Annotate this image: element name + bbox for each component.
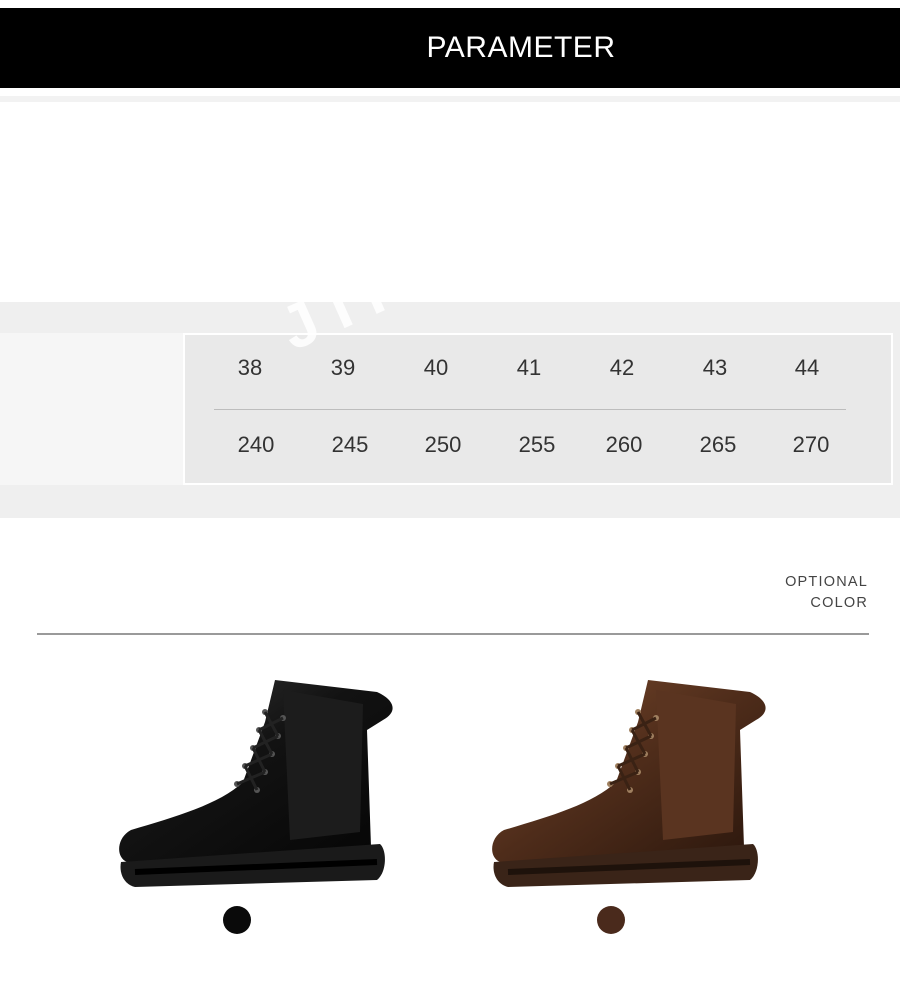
optional-color-line2: COLOR <box>810 595 868 611</box>
size-cell: 43 <box>702 355 728 380</box>
optional-color-divider <box>37 633 869 635</box>
size-cell: 42 <box>609 355 635 380</box>
length-cell: 245 <box>331 432 369 457</box>
size-cell: 41 <box>516 355 542 380</box>
size-row-length: 240 245 250 255 260 265 270 <box>185 432 891 472</box>
length-cell: 265 <box>699 432 737 457</box>
brown-boot-image[interactable] <box>488 672 778 897</box>
size-chart-table: 38 39 40 41 42 43 44 240 245 250 255 260… <box>183 333 893 485</box>
page-title: PARAMETER <box>426 31 616 64</box>
brown-color-swatch[interactable] <box>597 906 625 934</box>
black-boot-image[interactable] <box>115 672 405 897</box>
parameter-header-bar: PARAMETER <box>0 8 900 88</box>
optional-color-line1: OPTIONAL <box>785 574 868 590</box>
length-cell: 240 <box>237 432 275 457</box>
size-cell: 44 <box>794 355 820 380</box>
length-cell: 260 <box>605 432 643 457</box>
size-cell: 38 <box>237 355 263 380</box>
length-cell: 270 <box>792 432 830 457</box>
table-row-divider <box>214 409 846 410</box>
optional-color-label: OPTIONAL COLOR <box>785 572 868 614</box>
size-cell: 40 <box>423 355 449 380</box>
black-color-swatch[interactable] <box>223 906 251 934</box>
length-cell: 250 <box>424 432 462 457</box>
header-shadow-divider <box>0 96 900 102</box>
length-cell: 255 <box>518 432 556 457</box>
size-chart-left-panel <box>0 333 183 485</box>
size-row-eu: 38 39 40 41 42 43 44 <box>185 355 891 395</box>
size-cell: 39 <box>330 355 356 380</box>
